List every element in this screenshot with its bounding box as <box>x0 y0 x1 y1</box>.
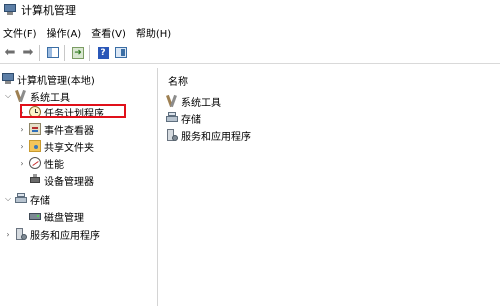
tree-item-device-manager[interactable]: 设备管理器 <box>29 172 94 188</box>
shared-folder-icon <box>29 140 41 152</box>
window-title: 计算机管理 <box>21 4 76 17</box>
clock-icon <box>29 106 41 118</box>
list-label: 服务和应用程序 <box>181 131 251 143</box>
tree-label-services-apps: 服务和应用程序 <box>30 230 100 242</box>
menu-help[interactable]: 帮助(H) <box>133 25 175 40</box>
action-pane-icon <box>115 47 127 58</box>
tree-item-services-apps[interactable]: › 服务和应用程序 <box>4 226 100 242</box>
tools-icon <box>15 89 27 103</box>
chevron-right-icon[interactable]: › <box>18 108 26 117</box>
event-viewer-icon <box>29 123 41 135</box>
list-item-system-tools[interactable]: 系统工具 <box>166 93 221 109</box>
menu-file[interactable]: 文件(F) <box>0 25 41 40</box>
tree-label-disk-management: 磁盘管理 <box>44 212 84 224</box>
tree-item-event-viewer[interactable]: › 事件查看器 <box>18 121 94 137</box>
tree-label-shared-folders: 共享文件夹 <box>44 142 94 154</box>
console-tree-icon <box>47 47 59 58</box>
menu-bar: 文件(F) 操作(A) 查看(V) 帮助(H) <box>0 24 500 40</box>
list-item-storage[interactable]: 存储 <box>166 110 201 126</box>
list-item-services-apps[interactable]: 服务和应用程序 <box>166 127 251 143</box>
toolbar-separator <box>64 44 65 61</box>
chevron-right-icon[interactable]: › <box>18 125 26 134</box>
action-pane-button[interactable] <box>113 45 129 61</box>
list-label: 存储 <box>181 114 201 126</box>
column-header-name[interactable]: 名称 <box>168 73 188 88</box>
tree-label-task-scheduler: 任务计划程序 <box>44 108 104 120</box>
tree-label-device-manager: 设备管理器 <box>44 176 94 188</box>
services-icon <box>15 228 27 240</box>
help-icon: ? <box>97 46 109 59</box>
tools-icon <box>166 94 178 108</box>
tree-item-performance[interactable]: › 性能 <box>18 155 64 171</box>
export-list-icon: ➜ <box>72 46 84 59</box>
tree-label-performance: 性能 <box>44 159 64 171</box>
tree-item-disk-management[interactable]: 磁盘管理 <box>29 208 84 224</box>
show-hide-tree-button[interactable] <box>45 45 61 61</box>
arrow-left-icon: ⬅ <box>4 44 16 60</box>
arrow-right-icon: ➡ <box>22 44 34 60</box>
services-icon <box>166 129 178 141</box>
computer-icon <box>2 73 14 85</box>
forward-button[interactable]: ➡ <box>20 45 36 61</box>
chevron-right-icon[interactable]: › <box>18 159 26 168</box>
title-bar: 计算机管理 <box>0 0 500 20</box>
tree-item-system-tools[interactable]: ⌵ 系统工具 <box>4 88 70 104</box>
tree-item-storage[interactable]: ⌵ 存储 <box>4 191 50 207</box>
toolbar-separator <box>89 44 90 61</box>
chevron-down-icon[interactable]: ⌵ <box>4 91 12 101</box>
chevron-right-icon[interactable]: › <box>18 142 26 151</box>
tree-item-root[interactable]: 计算机管理(本地) <box>2 71 95 87</box>
storage-icon <box>15 193 27 205</box>
back-button[interactable]: ⬅ <box>2 45 18 61</box>
tree-item-task-scheduler[interactable]: › 任务计划程序 <box>18 104 104 120</box>
menu-action[interactable]: 操作(A) <box>44 25 86 40</box>
toolbar-separator <box>39 44 40 61</box>
storage-icon <box>166 112 178 124</box>
tree-item-shared-folders[interactable]: › 共享文件夹 <box>18 138 94 154</box>
device-manager-icon <box>29 174 41 186</box>
toolbar: ⬅ ➡ ➜ ? <box>0 42 500 64</box>
help-button[interactable]: ? <box>95 45 111 61</box>
pane-splitter[interactable] <box>157 68 158 306</box>
tree-label-root: 计算机管理(本地) <box>17 75 95 87</box>
disk-icon <box>29 210 41 222</box>
computer-management-icon <box>4 4 16 16</box>
tree-label-storage: 存储 <box>30 195 50 207</box>
list-label: 系统工具 <box>181 97 221 109</box>
menu-view[interactable]: 查看(V) <box>88 25 130 40</box>
chevron-down-icon[interactable]: ⌵ <box>4 194 12 204</box>
export-list-button[interactable]: ➜ <box>70 45 86 61</box>
tree-label-event-viewer: 事件查看器 <box>44 125 94 137</box>
performance-icon <box>29 157 41 169</box>
chevron-right-icon[interactable]: › <box>4 230 12 239</box>
tree-label-system-tools: 系统工具 <box>30 92 70 104</box>
